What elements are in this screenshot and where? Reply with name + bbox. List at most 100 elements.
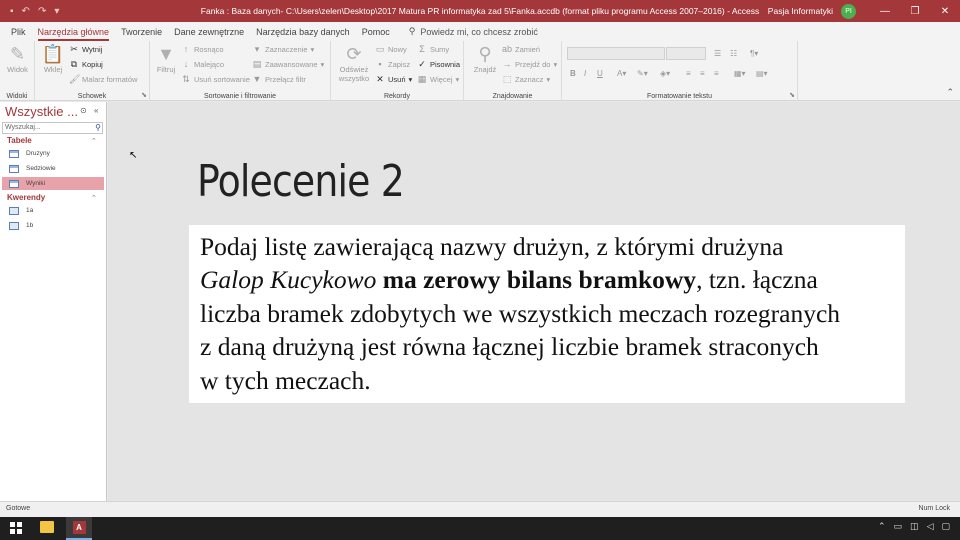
sort-asc-button[interactable]: ↑ Rosnąco xyxy=(181,44,224,54)
nav-collapse-icon[interactable]: « xyxy=(94,106,98,115)
tray-chevron-icon[interactable]: ⌃ xyxy=(878,521,886,532)
undo-icon[interactable]: ↶ xyxy=(22,6,30,17)
nav-item-table-selected[interactable]: Wyniki xyxy=(2,177,104,190)
nav-item-query[interactable]: 1a xyxy=(2,204,104,217)
tab-home[interactable]: Narzędzia główne xyxy=(33,27,117,41)
status-bar: Gotowe Num Lock xyxy=(0,501,960,517)
access-taskbar-button[interactable]: A xyxy=(66,517,92,540)
save-record-button[interactable]: ▪ Zapisz xyxy=(375,59,410,69)
collapse-queries-icon[interactable]: ⌃ xyxy=(91,194,97,202)
collapse-tables-icon[interactable]: ⌃ xyxy=(91,137,97,145)
copy-icon: ⧉ xyxy=(70,59,78,69)
toggle-filter-button[interactable]: ▼ Przełącz filtr xyxy=(252,74,306,84)
ltr-icon[interactable]: ¶▾ xyxy=(750,49,758,58)
sort-asc-icon: ↑ xyxy=(183,44,189,54)
numbering-icon[interactable]: ☷ xyxy=(730,49,737,58)
group-clipboard: 📋 Wklej ✂ Wytnij ⧉ Kopiuj 🖌 Malarz formatów… xyxy=(35,41,150,101)
sigma-icon: Σ xyxy=(419,44,425,54)
team-name: Galop Kucykowo xyxy=(200,265,377,295)
avatar[interactable]: PI xyxy=(841,3,856,19)
restore-icon[interactable]: ❐ xyxy=(900,0,930,22)
search-icon[interactable]: ⚲ xyxy=(95,123,101,133)
align-left-icon[interactable]: ≡ xyxy=(686,69,691,78)
nav-item-query[interactable]: 1b xyxy=(2,219,104,232)
alt-row-color-icon[interactable]: ▤▾ xyxy=(756,69,768,78)
tab-file[interactable]: Plik xyxy=(6,27,33,41)
collapse-ribbon-icon[interactable]: ⌃ xyxy=(946,87,954,98)
nav-menu-icon[interactable]: ⊙ xyxy=(80,106,87,115)
underline-icon[interactable]: U xyxy=(597,69,603,78)
cut-button[interactable]: ✂ Wytnij xyxy=(69,44,102,55)
customize-qat-icon[interactable]: ▾ xyxy=(54,6,59,17)
sort-desc-icon: ↓ xyxy=(183,59,189,69)
file-explorer-icon[interactable] xyxy=(40,521,54,533)
find-button[interactable]: ⚲ Znajdź xyxy=(470,43,500,74)
nav-header[interactable]: Wszystkie ... xyxy=(5,104,78,119)
copy-button[interactable]: ⧉ Kopiuj xyxy=(69,59,103,70)
align-center-icon[interactable]: ≡ xyxy=(700,69,705,78)
gridlines-icon[interactable]: ▦▾ xyxy=(734,69,746,78)
windows-start-icon[interactable] xyxy=(10,522,22,534)
delete-record-button[interactable]: ✕ Usuń ▾ xyxy=(375,74,412,85)
nav-section-tables[interactable]: Tabele xyxy=(7,136,32,145)
user-name[interactable]: Pasja Informatyki xyxy=(768,6,833,16)
tab-help[interactable]: Pomoc xyxy=(357,27,397,41)
advanced-button[interactable]: ▤ Zaawansowane ▾ xyxy=(252,59,325,70)
sort-desc-button[interactable]: ↓ Malejąco xyxy=(181,59,224,69)
selection-button[interactable]: ▾ Zaznaczenie ▾ xyxy=(252,44,315,55)
close-icon[interactable]: ✕ xyxy=(930,0,960,22)
save-icon[interactable]: ▪ xyxy=(10,6,14,17)
table-icon xyxy=(9,149,19,158)
new-record-icon: ▭ xyxy=(375,44,385,54)
totals-button[interactable]: Σ Sumy xyxy=(417,44,449,54)
battery-icon[interactable]: ▭ xyxy=(894,521,903,532)
query-icon xyxy=(9,206,19,215)
slide-title: Polecenie 2 xyxy=(197,156,405,207)
bullets-icon[interactable]: ☰ xyxy=(714,49,721,58)
group-views: ✎ Widok Widoki xyxy=(0,41,35,101)
paste-button[interactable]: 📋 Wklej xyxy=(39,43,67,74)
goto-icon: → xyxy=(502,59,512,69)
group-records: ⟳ Odśwież wszystko ▭ Nowy ▪ Zapisz ✕ Usuń ▾ … xyxy=(331,41,464,101)
italic-icon[interactable]: I xyxy=(584,69,586,78)
navigation-pane: Wszystkie ... ⊙ « Wyszukaj... ⚲ Tabele ⌃… xyxy=(0,102,107,501)
ribbon-tabs: Plik Narzędzia główne Tworzenie Dane zew… xyxy=(0,22,960,41)
tell-me-box[interactable]: ⚲ Powiedz mi, co chcesz zrobić xyxy=(397,26,538,41)
tab-create[interactable]: Tworzenie xyxy=(116,27,169,41)
view-button[interactable]: ✎ Widok xyxy=(2,43,33,74)
new-record-button[interactable]: ▭ Nowy xyxy=(375,44,407,55)
spelling-button[interactable]: ✓ Pisownia xyxy=(417,59,460,70)
notifications-icon[interactable]: ▢ xyxy=(941,521,950,532)
fill-color-icon[interactable]: ◈▾ xyxy=(660,69,670,78)
group-text-formatting: ☰ ☷ ¶▾ B I U A▾ ✎▾ ◈▾ ≡ ≡ ≡ ▦▾ ▤▾ Format… xyxy=(562,41,798,101)
replace-button[interactable]: ab Zamień xyxy=(502,44,540,54)
nav-section-queries[interactable]: Kwerendy xyxy=(7,193,45,202)
more-button[interactable]: ▦ Więcej ▾ xyxy=(417,74,460,85)
redo-icon[interactable]: ↷ xyxy=(38,6,46,17)
highlight-icon[interactable]: ✎▾ xyxy=(637,69,648,78)
format-painter-button[interactable]: 🖌 Malarz formatów xyxy=(69,74,137,85)
remove-sort-button[interactable]: ⇅ Usuń sortowanie xyxy=(181,74,250,85)
bold-icon[interactable]: B xyxy=(570,69,576,78)
formatting-launcher-icon[interactable]: ⬊ xyxy=(789,91,795,99)
font-size-dropdown[interactable] xyxy=(666,47,706,60)
tab-external-data[interactable]: Dane zewnętrzne xyxy=(169,27,251,41)
network-icon[interactable]: ◫ xyxy=(910,521,919,532)
selection-icon: ▾ xyxy=(254,44,260,54)
clipboard-launcher-icon[interactable]: ⬊ xyxy=(141,91,147,99)
task-line: Podaj listę zawierającą nazwy drużyn, z … xyxy=(200,232,784,261)
nav-search-input[interactable]: Wyszukaj... ⚲ xyxy=(2,122,103,134)
refresh-all-button[interactable]: ⟳ Odśwież wszystko xyxy=(335,43,373,83)
font-color-icon[interactable]: A▾ xyxy=(617,69,626,78)
select-button[interactable]: ⬚ Zaznacz ▾ xyxy=(502,74,550,85)
font-name-dropdown[interactable] xyxy=(567,47,665,60)
system-tray: ⌃ ▭ ◫ ◁ ▢ xyxy=(878,521,950,532)
nav-item-table[interactable]: Sedziowie xyxy=(2,162,104,175)
goto-button[interactable]: → Przejdź do ▾ xyxy=(502,59,558,69)
align-right-icon[interactable]: ≡ xyxy=(714,69,719,78)
tab-database-tools[interactable]: Narzędzia bazy danych xyxy=(251,27,357,41)
filter-button[interactable]: ▼ Filtruj xyxy=(152,43,180,74)
minimize-icon[interactable]: — xyxy=(870,0,900,22)
nav-item-table[interactable]: Druzyny xyxy=(2,147,104,160)
volume-icon[interactable]: ◁ xyxy=(927,521,934,532)
